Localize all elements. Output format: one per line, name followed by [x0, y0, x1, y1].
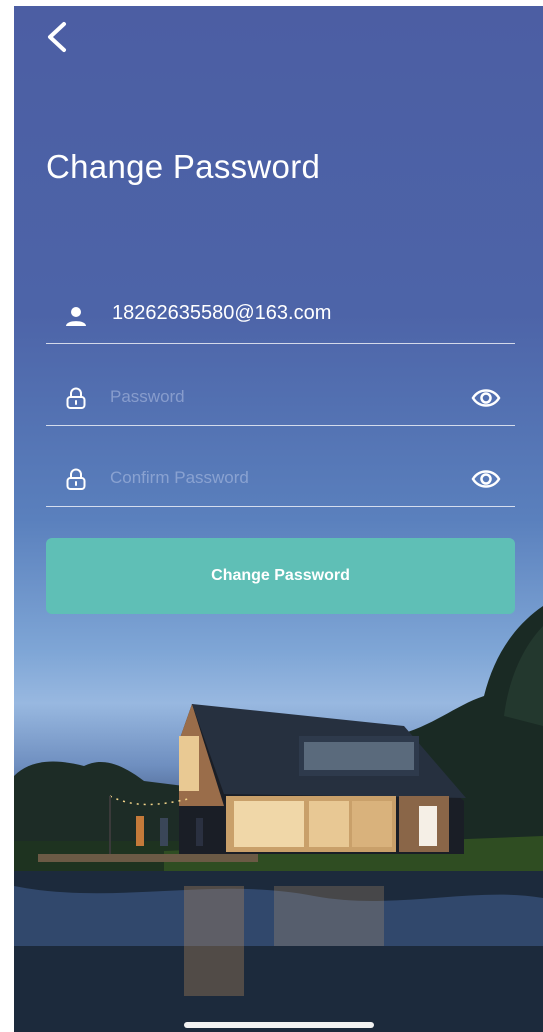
eye-icon[interactable]	[471, 386, 501, 410]
account-value: 18262635580@163.com	[112, 302, 332, 324]
back-button[interactable]	[40, 14, 76, 60]
page-title: Change Password	[46, 148, 321, 185]
chevron-left-icon	[48, 22, 66, 52]
lock-icon	[64, 386, 88, 410]
app-screen: Change Password 18262635580@163.com Chan…	[14, 6, 543, 1032]
account-field: 18262635580@163.com	[46, 288, 515, 344]
lock-icon	[64, 467, 88, 491]
user-icon	[64, 304, 88, 328]
background-house-image	[14, 586, 543, 1032]
confirm-password-input[interactable]	[110, 461, 440, 495]
confirm-password-field	[46, 451, 515, 507]
home-indicator[interactable]	[184, 1022, 374, 1028]
eye-icon[interactable]	[471, 467, 501, 491]
password-field	[46, 370, 515, 426]
password-input[interactable]	[110, 380, 440, 414]
